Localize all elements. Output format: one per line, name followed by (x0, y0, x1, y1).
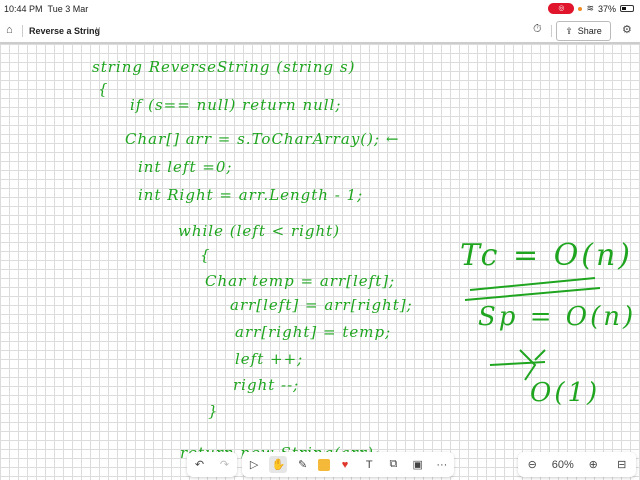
undo-icon[interactable]: ↶ (191, 458, 209, 471)
text-icon[interactable]: T (360, 459, 378, 471)
fit-to-screen-icon[interactable]: ⊟ (613, 458, 631, 471)
undo-redo-toolbar: ↶ ↷ (187, 452, 237, 477)
zoom-level[interactable]: 60% (552, 459, 574, 471)
select-icon[interactable]: ▷ (245, 458, 263, 471)
redo-icon[interactable]: ↷ (216, 458, 234, 471)
zoom-toolbar: ⊖ 60% ⊕ ⊟ (518, 452, 636, 477)
sticky-note-icon[interactable] (317, 458, 330, 471)
heart-reaction-icon[interactable]: ♥ (336, 459, 354, 471)
more-icon[interactable]: ··· (433, 459, 451, 471)
zoom-out-icon[interactable]: ⊖ (523, 458, 541, 471)
ink-strokes (464, 277, 601, 381)
shapes-icon[interactable]: ⧉ (384, 458, 402, 471)
hand-icon[interactable]: ✋ (269, 456, 288, 473)
tools-toolbar: ▷ ✋ ✎ ♥ T ⧉ ▣ ··· (242, 452, 454, 477)
template-icon[interactable]: ▣ (409, 458, 427, 471)
zoom-in-icon[interactable]: ⊕ (584, 458, 602, 471)
pen-icon[interactable]: ✎ (294, 458, 312, 471)
